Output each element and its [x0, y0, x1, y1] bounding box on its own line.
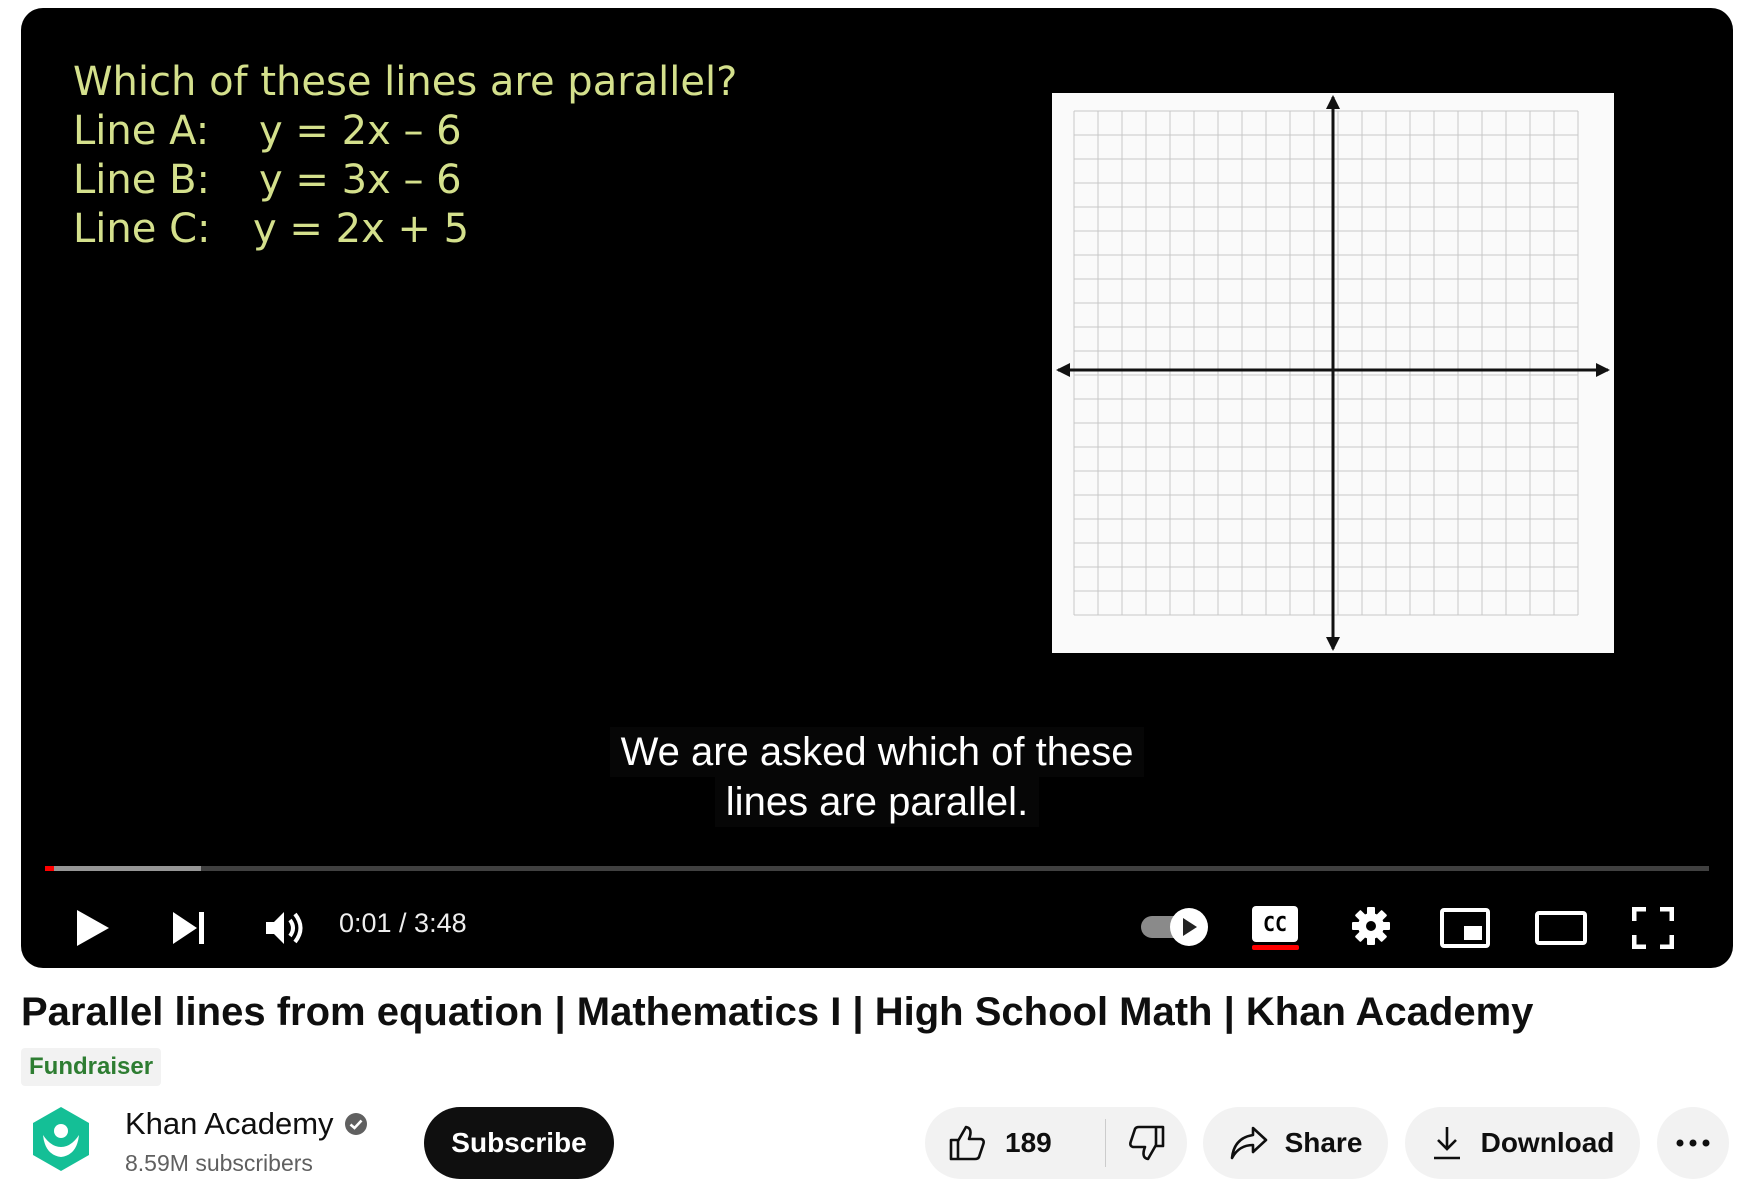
slide-question-title: Which of these lines are parallel?	[73, 59, 738, 105]
more-actions-button[interactable]	[1657, 1107, 1729, 1179]
coordinate-grid-svg	[1056, 95, 1610, 651]
khan-academy-logo-icon	[33, 1107, 89, 1171]
next-icon	[173, 912, 204, 944]
progress-buffered	[45, 866, 202, 871]
thumbs-up-icon	[949, 1125, 985, 1161]
slide-line-equation: y = 2x – 6	[259, 108, 462, 154]
play-button[interactable]	[65, 900, 121, 956]
next-button[interactable]	[161, 900, 217, 956]
slide-line-c: Line C: y = 2x + 5	[73, 205, 737, 254]
miniplayer-button[interactable]	[1435, 900, 1495, 956]
slide-line-label: Line B:	[73, 157, 210, 203]
volume-icon	[266, 912, 303, 944]
autoplay-toggle[interactable]	[1137, 902, 1213, 952]
slide-line-label: Line A:	[73, 108, 210, 154]
like-dislike-group: 189	[925, 1107, 1187, 1179]
thumbs-down-icon	[1128, 1125, 1164, 1161]
axis-arrow	[1326, 95, 1340, 109]
closed-caption: We are asked which of these lines are pa…	[21, 727, 1733, 827]
slide-line-equation: y = 2x + 5	[253, 206, 470, 252]
settings-button[interactable]	[1343, 898, 1399, 954]
slide-question: Which of these lines are parallel? Line …	[73, 58, 737, 254]
download-label: Download	[1480, 1127, 1615, 1158]
share-label: Share	[1284, 1127, 1363, 1158]
autoplay-toggle-icon	[1141, 908, 1208, 946]
volume-button[interactable]	[257, 900, 313, 956]
gear-icon	[1352, 907, 1390, 945]
channel-name-row[interactable]: Khan Academy	[125, 1106, 368, 1142]
axis-arrow	[1596, 363, 1610, 377]
video-title: Parallel lines from equation | Mathemati…	[21, 990, 1534, 1034]
slide-line-b: Line B: y = 3x – 6	[73, 156, 737, 205]
caption-line-2: lines are parallel.	[714, 777, 1040, 827]
share-button[interactable]: Share	[1203, 1107, 1388, 1179]
coordinate-grid	[1052, 93, 1614, 653]
fullscreen-button[interactable]	[1625, 900, 1681, 956]
like-button[interactable]: 189	[925, 1123, 1105, 1163]
theater-mode-button[interactable]	[1529, 900, 1593, 956]
slide-line-a: Line A: y = 2x – 6	[73, 107, 737, 156]
channel-name[interactable]: Khan Academy	[125, 1106, 334, 1142]
fundraiser-badge[interactable]: Fundraiser	[21, 1048, 162, 1086]
progress-played	[45, 866, 54, 871]
cc-button[interactable]: CC	[1247, 900, 1303, 948]
play-icon	[77, 910, 109, 946]
axis-arrow	[1326, 637, 1340, 651]
subscribe-button[interactable]: Subscribe	[424, 1107, 614, 1179]
cc-active-indicator	[1252, 945, 1299, 950]
caption-line-1: We are asked which of these	[609, 727, 1145, 777]
download-button[interactable]: Download	[1405, 1107, 1640, 1179]
download-icon	[1433, 1127, 1460, 1160]
svg-text:CC: CC	[1263, 912, 1287, 936]
slide-line-label: Line C:	[73, 206, 211, 252]
subscriber-count: 8.59M subscribers	[125, 1150, 313, 1176]
miniplayer-icon	[1440, 908, 1490, 948]
share-icon	[1230, 1126, 1267, 1160]
video-player[interactable]: Which of these lines are parallel? Line …	[21, 8, 1733, 968]
progress-bar[interactable]	[45, 866, 1709, 871]
channel-avatar[interactable]	[27, 1105, 95, 1173]
slide-line-equation: y = 3x – 6	[259, 157, 462, 203]
time-display: 0:01 / 3:48	[339, 908, 467, 938]
cc-icon: CC	[1252, 906, 1298, 942]
more-horizontal-icon	[1676, 1139, 1710, 1147]
theater-icon	[1535, 911, 1587, 945]
verified-check-icon	[344, 1113, 367, 1135]
axis-arrow	[1056, 363, 1070, 377]
dislike-button[interactable]	[1106, 1123, 1187, 1163]
fullscreen-icon	[1632, 907, 1674, 949]
like-count: 189	[1005, 1127, 1052, 1158]
